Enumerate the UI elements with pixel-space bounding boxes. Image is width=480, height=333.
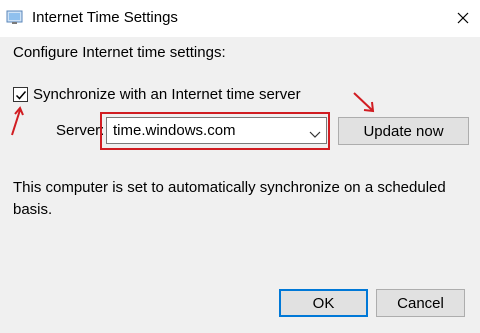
sync-label[interactable]: Synchronize with an Internet time server (33, 86, 301, 103)
window-title: Internet Time Settings (32, 9, 178, 26)
server-combobox[interactable]: time.windows.com (106, 117, 327, 144)
close-button[interactable] (446, 2, 480, 34)
update-now-button[interactable]: Update now (338, 117, 469, 145)
ok-button[interactable]: OK (279, 289, 368, 317)
server-label: Server: (56, 122, 105, 139)
dialog-heading: Configure Internet time settings: (13, 44, 226, 61)
server-value[interactable]: time.windows.com (113, 122, 236, 139)
title-bar: Internet Time Settings (0, 0, 480, 37)
annotation-arrow-icon (11, 106, 24, 136)
status-text: This computer is set to automatically sy… (13, 179, 446, 218)
sync-option[interactable]: Synchronize with an Internet time server (13, 86, 301, 103)
cancel-button[interactable]: Cancel (376, 289, 465, 317)
clock-settings-icon (6, 9, 24, 25)
checkmark-icon (15, 90, 26, 100)
annotation-arrow-icon (353, 92, 375, 113)
close-icon (457, 12, 469, 24)
chevron-down-icon[interactable] (309, 126, 321, 144)
sync-checkbox[interactable] (13, 87, 28, 102)
